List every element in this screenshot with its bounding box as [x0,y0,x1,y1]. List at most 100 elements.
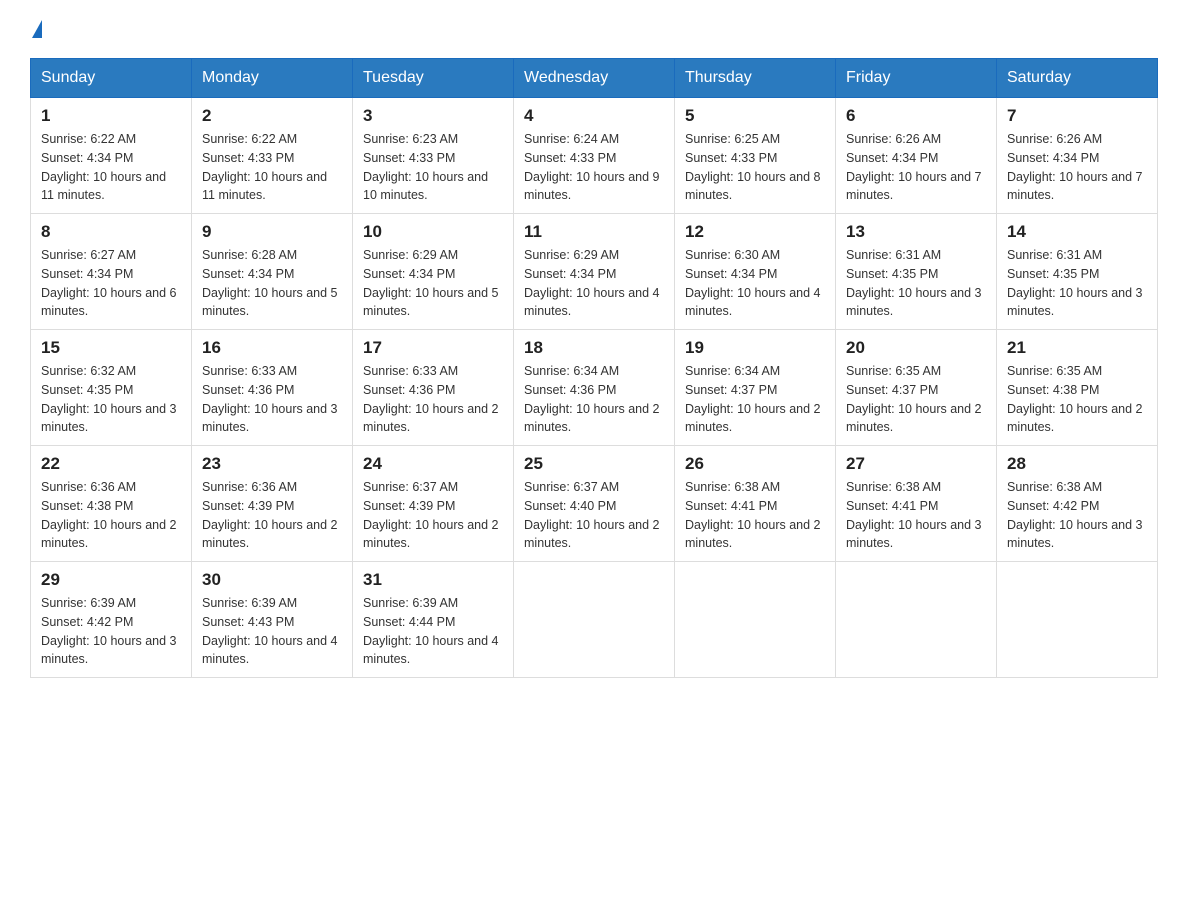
day-number: 5 [685,106,825,126]
day-number: 11 [524,222,664,242]
day-number: 19 [685,338,825,358]
calendar-cell: 9Sunrise: 6:28 AMSunset: 4:34 PMDaylight… [192,214,353,330]
day-number: 25 [524,454,664,474]
calendar-cell: 6 Sunrise: 6:26 AMSunset: 4:34 PMDaylight… [836,98,997,214]
calendar-cell: 22Sunrise: 6:36 AMSunset: 4:38 PMDayligh… [31,446,192,562]
day-info: Sunrise: 6:26 AMSunset: 4:34 PMDaylight:… [846,130,986,205]
day-info: Sunrise: 6:32 AMSunset: 4:35 PMDaylight:… [41,362,181,437]
calendar-cell: 17 Sunrise: 6:33 AMSunset: 4:36 PMDayligh… [353,330,514,446]
day-info: Sunrise: 6:24 AMSunset: 4:33 PMDaylight:… [524,130,664,205]
calendar-cell: 30 Sunrise: 6:39 AMSunset: 4:43 PMDayligh… [192,562,353,678]
day-number: 4 [524,106,664,126]
calendar-cell: 29 Sunrise: 6:39 AMSunset: 4:42 PMDayligh… [31,562,192,678]
day-number: 1 [41,106,181,126]
calendar-cell: 11 Sunrise: 6:29 AMSunset: 4:34 PMDayligh… [514,214,675,330]
day-info: Sunrise: 6:38 AMSunset: 4:42 PMDaylight:… [1007,478,1147,553]
calendar-cell: 15 Sunrise: 6:32 AMSunset: 4:35 PMDayligh… [31,330,192,446]
col-header-tuesday: Tuesday [353,59,514,98]
calendar-cell: 24 Sunrise: 6:37 AMSunset: 4:39 PMDayligh… [353,446,514,562]
day-number: 26 [685,454,825,474]
col-header-saturday: Saturday [997,59,1158,98]
calendar-cell [675,562,836,678]
day-info: Sunrise: 6:29 AMSunset: 4:34 PMDaylight:… [524,246,664,321]
day-number: 31 [363,570,503,590]
day-number: 20 [846,338,986,358]
day-info: Sunrise: 6:23 AMSunset: 4:33 PMDaylight:… [363,130,503,205]
day-info: Sunrise: 6:36 AMSunset: 4:39 PMDaylight:… [202,478,342,553]
calendar-cell: 21 Sunrise: 6:35 AMSunset: 4:38 PMDayligh… [997,330,1158,446]
day-number: 17 [363,338,503,358]
day-number: 16 [202,338,342,358]
calendar-cell: 27Sunrise: 6:38 AMSunset: 4:41 PMDayligh… [836,446,997,562]
day-number: 23 [202,454,342,474]
calendar-cell: 12 Sunrise: 6:30 AMSunset: 4:34 PMDayligh… [675,214,836,330]
calendar-cell: 2Sunrise: 6:22 AMSunset: 4:33 PMDaylight… [192,98,353,214]
calendar-cell: 19 Sunrise: 6:34 AMSunset: 4:37 PMDayligh… [675,330,836,446]
day-info: Sunrise: 6:26 AMSunset: 4:34 PMDaylight:… [1007,130,1147,205]
day-info: Sunrise: 6:29 AMSunset: 4:34 PMDaylight:… [363,246,503,321]
calendar-cell: 4 Sunrise: 6:24 AMSunset: 4:33 PMDaylight… [514,98,675,214]
calendar-week-row: 15 Sunrise: 6:32 AMSunset: 4:35 PMDayligh… [31,330,1158,446]
day-number: 28 [1007,454,1147,474]
day-number: 14 [1007,222,1147,242]
day-number: 27 [846,454,986,474]
calendar-cell [836,562,997,678]
calendar-cell: 5Sunrise: 6:25 AMSunset: 4:33 PMDaylight… [675,98,836,214]
col-header-friday: Friday [836,59,997,98]
day-info: Sunrise: 6:30 AMSunset: 4:34 PMDaylight:… [685,246,825,321]
day-info: Sunrise: 6:33 AMSunset: 4:36 PMDaylight:… [202,362,342,437]
calendar-cell: 1Sunrise: 6:22 AMSunset: 4:34 PMDaylight… [31,98,192,214]
day-number: 15 [41,338,181,358]
day-info: Sunrise: 6:27 AMSunset: 4:34 PMDaylight:… [41,246,181,321]
logo [30,20,42,38]
day-number: 13 [846,222,986,242]
page-header [30,20,1158,38]
calendar-week-row: 22Sunrise: 6:36 AMSunset: 4:38 PMDayligh… [31,446,1158,562]
day-info: Sunrise: 6:39 AMSunset: 4:42 PMDaylight:… [41,594,181,669]
day-info: Sunrise: 6:39 AMSunset: 4:44 PMDaylight:… [363,594,503,669]
calendar-table: SundayMondayTuesdayWednesdayThursdayFrid… [30,58,1158,678]
col-header-sunday: Sunday [31,59,192,98]
day-number: 29 [41,570,181,590]
day-info: Sunrise: 6:36 AMSunset: 4:38 PMDaylight:… [41,478,181,553]
day-info: Sunrise: 6:33 AMSunset: 4:36 PMDaylight:… [363,362,503,437]
calendar-cell: 18Sunrise: 6:34 AMSunset: 4:36 PMDayligh… [514,330,675,446]
calendar-cell: 13 Sunrise: 6:31 AMSunset: 4:35 PMDayligh… [836,214,997,330]
day-number: 12 [685,222,825,242]
calendar-cell [997,562,1158,678]
day-number: 10 [363,222,503,242]
calendar-week-row: 29 Sunrise: 6:39 AMSunset: 4:42 PMDayligh… [31,562,1158,678]
calendar-cell: 14 Sunrise: 6:31 AMSunset: 4:35 PMDayligh… [997,214,1158,330]
day-number: 24 [363,454,503,474]
day-info: Sunrise: 6:37 AMSunset: 4:40 PMDaylight:… [524,478,664,553]
calendar-cell: 28 Sunrise: 6:38 AMSunset: 4:42 PMDayligh… [997,446,1158,562]
calendar-cell: 26 Sunrise: 6:38 AMSunset: 4:41 PMDayligh… [675,446,836,562]
day-info: Sunrise: 6:34 AMSunset: 4:37 PMDaylight:… [685,362,825,437]
day-info: Sunrise: 6:22 AMSunset: 4:33 PMDaylight:… [202,130,342,205]
day-info: Sunrise: 6:31 AMSunset: 4:35 PMDaylight:… [1007,246,1147,321]
calendar-cell: 23 Sunrise: 6:36 AMSunset: 4:39 PMDayligh… [192,446,353,562]
day-info: Sunrise: 6:35 AMSunset: 4:37 PMDaylight:… [846,362,986,437]
calendar-cell: 7 Sunrise: 6:26 AMSunset: 4:34 PMDaylight… [997,98,1158,214]
day-number: 21 [1007,338,1147,358]
day-info: Sunrise: 6:38 AMSunset: 4:41 PMDaylight:… [685,478,825,553]
col-header-monday: Monday [192,59,353,98]
calendar-week-row: 8 Sunrise: 6:27 AMSunset: 4:34 PMDaylight… [31,214,1158,330]
day-info: Sunrise: 6:31 AMSunset: 4:35 PMDaylight:… [846,246,986,321]
day-info: Sunrise: 6:35 AMSunset: 4:38 PMDaylight:… [1007,362,1147,437]
day-number: 30 [202,570,342,590]
day-number: 3 [363,106,503,126]
day-info: Sunrise: 6:37 AMSunset: 4:39 PMDaylight:… [363,478,503,553]
day-number: 18 [524,338,664,358]
calendar-cell: 31 Sunrise: 6:39 AMSunset: 4:44 PMDayligh… [353,562,514,678]
day-number: 6 [846,106,986,126]
calendar-cell: 3 Sunrise: 6:23 AMSunset: 4:33 PMDaylight… [353,98,514,214]
day-number: 8 [41,222,181,242]
day-number: 7 [1007,106,1147,126]
calendar-cell: 20 Sunrise: 6:35 AMSunset: 4:37 PMDayligh… [836,330,997,446]
day-info: Sunrise: 6:39 AMSunset: 4:43 PMDaylight:… [202,594,342,669]
calendar-week-row: 1Sunrise: 6:22 AMSunset: 4:34 PMDaylight… [31,98,1158,214]
calendar-header-row: SundayMondayTuesdayWednesdayThursdayFrid… [31,59,1158,98]
calendar-cell: 25 Sunrise: 6:37 AMSunset: 4:40 PMDayligh… [514,446,675,562]
logo-triangle-icon [32,20,42,38]
